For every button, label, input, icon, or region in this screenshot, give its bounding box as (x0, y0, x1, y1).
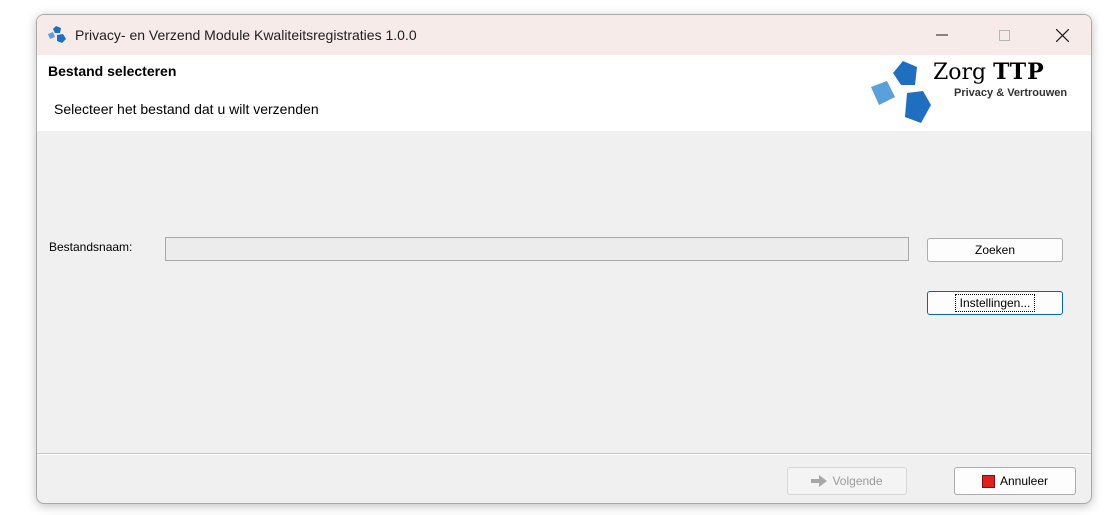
logo-name-bold: TTP (993, 59, 1045, 85)
filename-label: Bestandsnaam: (49, 240, 133, 254)
minimize-icon (936, 34, 948, 36)
maximize-icon (998, 29, 1010, 41)
title-bar[interactable]: Privacy- en Verzend Module Kwaliteitsreg… (37, 15, 1091, 55)
logo-wordmark: Zorg TTP (933, 59, 1045, 85)
page-title: Bestand selecteren (48, 63, 177, 79)
app-window: Privacy- en Verzend Module Kwaliteitsreg… (36, 14, 1092, 504)
cancel-button-label: Annuleer (999, 474, 1049, 488)
close-icon (1055, 28, 1069, 42)
minimize-button[interactable] (919, 15, 965, 55)
zorgttp-logo-icon (871, 61, 931, 123)
next-button[interactable]: Volgende (787, 467, 907, 495)
close-button[interactable] (1039, 15, 1085, 55)
cancel-button[interactable]: Annuleer (954, 467, 1076, 495)
wizard-header: Bestand selecteren Selecteer het bestand… (37, 55, 1091, 131)
zorgttp-logo: Zorg TTP Privacy & Vertrouwen (869, 57, 1091, 131)
filename-input[interactable] (165, 237, 909, 261)
footer-separator (37, 453, 1091, 455)
arrow-right-icon (811, 475, 828, 487)
window-title: Privacy- en Verzend Module Kwaliteitsreg… (75, 27, 417, 43)
logo-tagline: Privacy & Vertrouwen (954, 87, 1068, 99)
settings-button[interactable]: Instellingen... (927, 291, 1063, 315)
app-logo-icon (48, 26, 66, 43)
maximize-button[interactable] (981, 15, 1027, 55)
page-subtitle: Selecteer het bestand dat u wilt verzend… (54, 101, 319, 117)
search-button[interactable]: Zoeken (927, 238, 1063, 262)
logo-name-regular: Zorg (933, 60, 987, 85)
stop-icon (981, 474, 995, 488)
settings-button-label: Instellingen... (954, 294, 1036, 312)
next-button-label: Volgende (832, 474, 883, 488)
